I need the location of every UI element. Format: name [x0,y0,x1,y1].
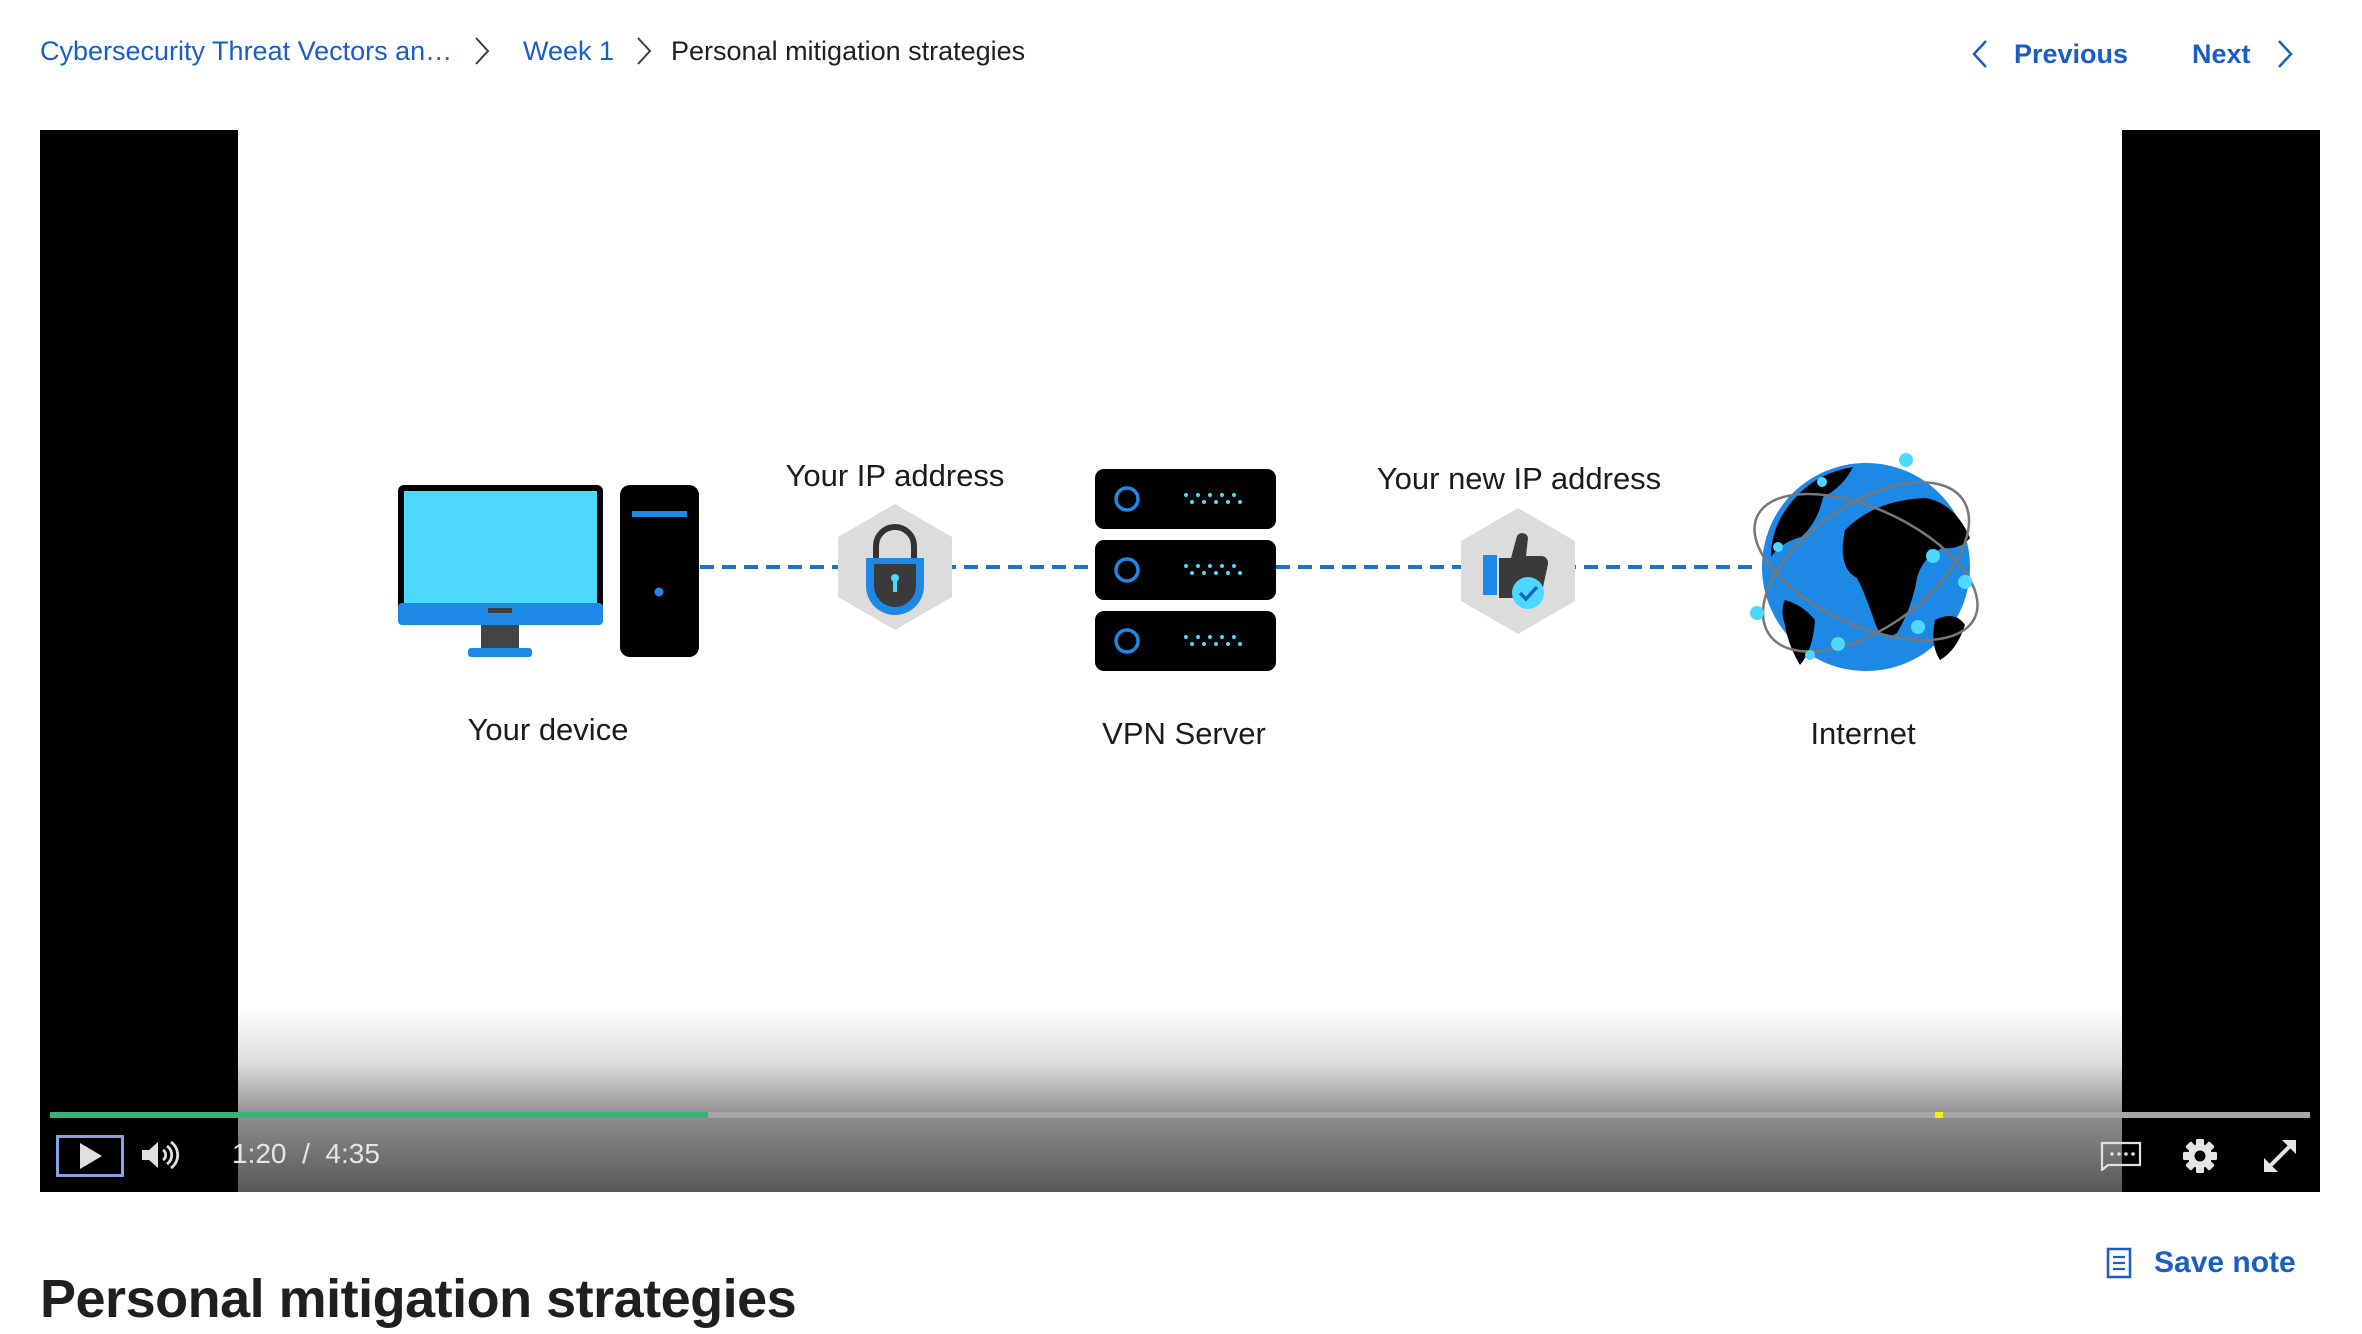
server-unit [1095,611,1276,671]
server-rack-icon [1095,469,1276,671]
duration: 4:35 [325,1138,380,1169]
gear-icon [2183,1139,2217,1173]
captions-button[interactable] [2100,1141,2142,1173]
video-player[interactable]: Your device Your IP address VPN Server Y… [40,130,2320,1192]
chevron-right-icon [637,37,652,65]
fullscreen-button[interactable] [2262,1138,2298,1174]
label-your-device: Your device [467,712,629,747]
page-title: Personal mitigation strategies [40,1269,797,1330]
fullscreen-icon [2264,1140,2296,1172]
progress-marker [1934,1112,1943,1118]
save-note-button[interactable]: Save note [2106,1244,2296,1282]
breadcrumb-course-link[interactable]: Cybersecurity Threat Vectors an… [40,32,452,70]
previous-button[interactable]: Previous [1968,34,2128,74]
note-icon [2106,1247,2132,1279]
globe-network-icon [1750,453,1979,671]
time-display: 1:20 / 4:35 [232,1135,380,1173]
label-vpn-server: VPN Server [1102,716,1266,751]
settings-button[interactable] [2182,1139,2218,1173]
breadcrumb-current: Personal mitigation strategies [671,36,1026,66]
chevron-right-icon [475,37,490,65]
time-separator: / [302,1138,310,1169]
chevron-right-icon [2277,40,2293,68]
volume-icon [142,1140,180,1170]
current-time: 1:20 [232,1138,287,1169]
label-internet: Internet [1810,716,1916,751]
server-unit [1095,469,1276,529]
breadcrumb-week-link[interactable]: Week 1 [523,32,614,70]
label-your-ip-address: Your IP address [785,458,1005,493]
progress-slider[interactable] [50,1112,2310,1118]
save-note-label: Save note [2154,1246,2296,1279]
previous-label: Previous [2014,38,2129,69]
chevron-left-icon [1972,40,1987,68]
vpn-diagram [398,453,1979,671]
desktop-computer-icon [398,485,699,657]
play-button[interactable] [56,1135,124,1177]
padlock-icon [838,504,952,630]
play-icon [80,1143,102,1169]
label-new-ip-address: Your new IP address [1376,461,1662,496]
next-button[interactable]: Next [2192,34,2297,74]
thumbs-up-check-icon [1461,508,1575,634]
server-unit [1095,540,1276,600]
captions-icon [2100,1141,2142,1173]
next-label: Next [2192,38,2251,69]
volume-button[interactable] [140,1139,180,1171]
progress-played [50,1112,708,1118]
